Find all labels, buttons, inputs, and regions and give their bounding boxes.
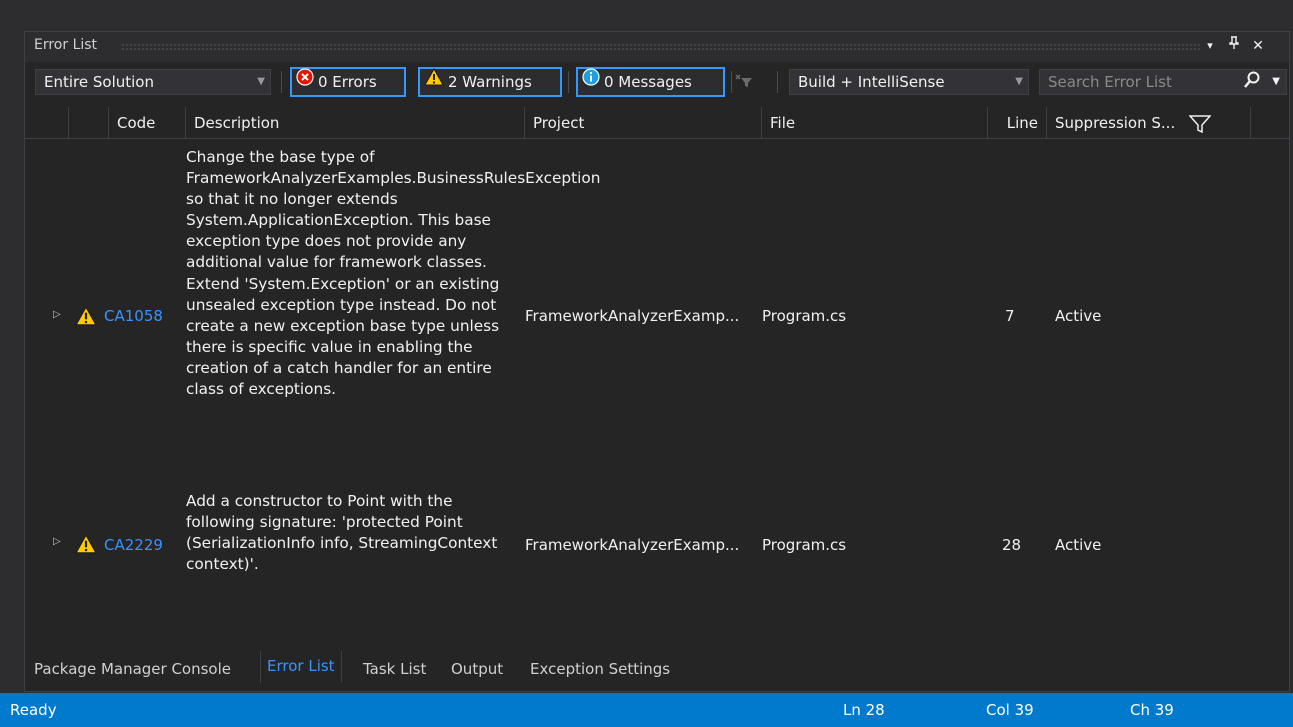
status-column[interactable]: Col 39 [986,693,1034,727]
warnings-count: 2 Warnings [448,73,532,91]
error-code-link[interactable]: CA1058 [104,307,163,325]
source-value: Build + IntelliSense [798,73,945,91]
table-row[interactable]: ▷ CA1058 Change the base type of Framewo… [25,147,1289,484]
error-list-toolbar: Entire Solution ▼ 0 Errors 2 Warnings 0 … [25,63,1289,98]
scope-dropdown[interactable]: Entire Solution ▼ [35,69,271,95]
error-line: 28 [1002,536,1022,554]
warnings-filter-button[interactable]: 2 Warnings [418,67,562,97]
column-header-row: Code Description Project File Line Suppr… [25,107,1289,139]
toolbar-separator [731,71,732,93]
column-header-file[interactable]: File [762,107,988,139]
panel-title: Error List [34,37,98,53]
chevron-down-icon: ▼ [257,76,265,87]
toolbar-separator [281,71,282,93]
panel-titlebar: Error List ▾ ✕ [25,32,1289,62]
warning-icon [75,534,97,558]
info-icon [582,68,600,94]
expand-arrow-icon[interactable]: ▷ [53,309,61,320]
status-char[interactable]: Ch 39 [1130,693,1174,727]
error-project: FrameworkAnalyzerExamp... [525,536,740,554]
expand-arrow-icon[interactable]: ▷ [53,536,61,547]
error-code-link[interactable]: CA2229 [104,536,163,554]
tab-task-list[interactable]: Task List [363,654,426,684]
messages-count: 0 Messages [604,73,692,91]
errors-filter-button[interactable]: 0 Errors [290,67,406,97]
status-line[interactable]: Ln 28 [843,693,885,727]
error-file: Program.cs [762,307,847,325]
pin-icon[interactable] [1223,35,1245,57]
window-dropdown-icon[interactable]: ▾ [1199,35,1221,57]
error-file: Program.cs [762,536,847,554]
warning-icon [75,306,97,330]
close-icon[interactable]: ✕ [1247,35,1269,57]
status-bar: Ready Ln 28 Col 39 Ch 39 [0,693,1293,727]
drag-grip[interactable] [121,43,1201,50]
error-description: Change the base type of FrameworkAnalyze… [186,148,601,399]
error-project: FrameworkAnalyzerExamp... [525,307,740,325]
toolbar-separator [568,71,569,93]
error-description: Add a constructor to Point with the foll… [186,492,498,574]
table-row[interactable]: ▷ CA2229 Add a constructor to Point with… [25,491,1289,597]
chevron-down-icon: ▼ [1015,76,1023,87]
status-text: Ready [10,701,57,719]
error-suppression-state: Active [1055,307,1102,325]
clear-filter-icon[interactable] [735,74,753,92]
column-header-suppression[interactable]: Suppression S... [1047,107,1251,139]
tab-exception-settings[interactable]: Exception Settings [530,654,670,684]
search-placeholder: Search Error List [1048,73,1172,91]
search-icon[interactable] [1244,71,1260,96]
error-icon [296,68,314,94]
error-list-panel: Error List ▾ ✕ Entire Solution ▼ 0 Error… [24,31,1290,692]
scope-value: Entire Solution [44,73,154,91]
column-header-line[interactable]: Line [988,107,1047,139]
tab-output[interactable]: Output [451,654,503,684]
warning-icon [424,67,444,94]
messages-filter-button[interactable]: 0 Messages [576,67,725,97]
toolbar-separator [777,71,778,93]
column-header-description[interactable]: Description [186,107,525,139]
filter-funnel-icon[interactable] [1188,115,1212,137]
tab-error-list[interactable]: Error List [260,651,342,683]
column-header-severity[interactable] [69,107,109,139]
error-suppression-state: Active [1055,536,1102,554]
column-header-project[interactable]: Project [525,107,762,139]
column-header-expander [25,107,69,139]
search-input[interactable]: Search Error List ▼ [1039,69,1287,95]
tab-package-manager-console[interactable]: Package Manager Console [34,654,231,684]
source-dropdown[interactable]: Build + IntelliSense ▼ [789,69,1029,95]
errors-count: 0 Errors [318,73,377,91]
column-header-code[interactable]: Code [109,107,186,139]
search-options-icon[interactable]: ▼ [1272,70,1280,94]
error-line: 7 [1005,307,1015,325]
